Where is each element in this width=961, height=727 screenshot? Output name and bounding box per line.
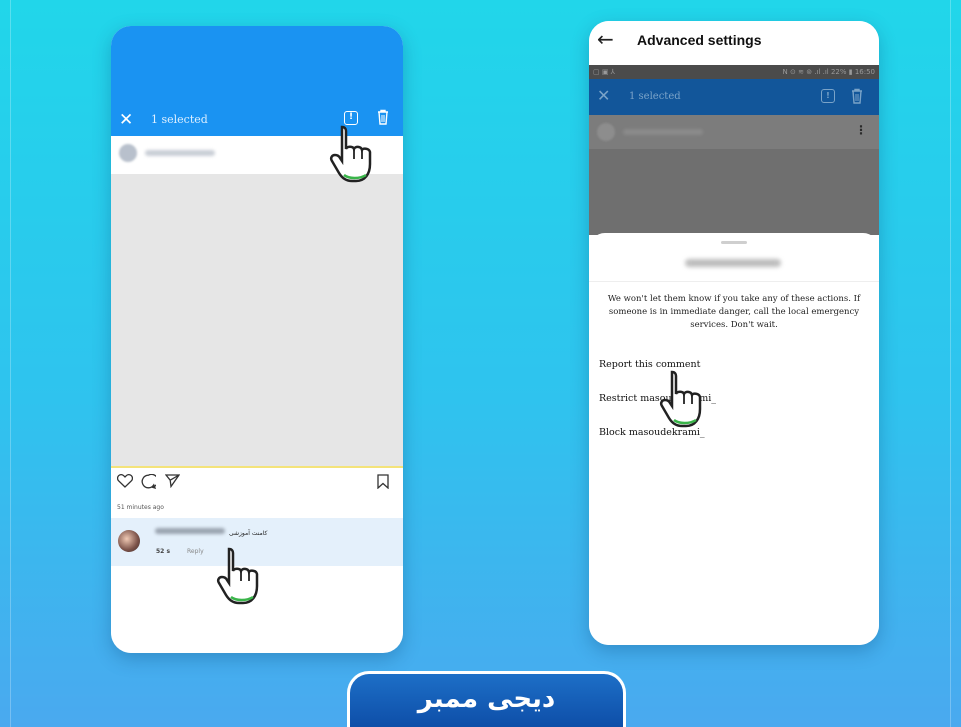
close-icon[interactable]: ✕ <box>597 86 610 105</box>
divider <box>589 281 879 282</box>
status-bar: ▢ ▣ ⅄ N ⊙ ≋ ⊚ .ıl .ıl 22% ▮ 16:50 <box>589 65 879 79</box>
selected-count: 1 selected <box>151 113 208 126</box>
comment-icon[interactable] <box>141 474 156 489</box>
post-timestamp: 51 minutes ago <box>117 504 164 511</box>
status-icons-left: ▢ ▣ ⅄ <box>593 65 615 79</box>
dimmed-background: ⋮ <box>589 115 879 235</box>
username-blurred <box>623 129 703 135</box>
privacy-notice: We won't let them know if you take any o… <box>603 293 865 332</box>
brand-logo: دیجی ممبر <box>347 671 626 727</box>
hand-pointer-icon <box>656 368 708 430</box>
sheet-drag-handle[interactable] <box>721 241 747 244</box>
post-image <box>111 174 403 466</box>
selection-app-bar: ✕ 1 selected ! <box>111 26 403 136</box>
commenter-avatar <box>118 530 140 552</box>
back-arrow-icon[interactable]: ← <box>597 27 614 51</box>
bookmark-icon[interactable] <box>377 474 389 489</box>
status-icons-right: N ⊙ ≋ ⊚ .ıl .ıl 22% ▮ 16:50 <box>783 65 875 79</box>
trash-icon[interactable] <box>377 109 389 125</box>
avatar <box>119 144 137 162</box>
close-icon[interactable]: ✕ <box>119 109 133 131</box>
brand-logo-text: دیجی ممبر <box>418 684 556 714</box>
hand-pointer-icon <box>326 123 378 185</box>
selection-toolbar: ✕ 1 selected ! <box>589 79 879 115</box>
hand-pointer-icon <box>213 545 265 607</box>
sheet-username-blurred <box>685 259 781 267</box>
reply-link[interactable]: Reply <box>187 548 204 555</box>
right-phone: ← Advanced settings ▢ ▣ ⅄ N ⊙ ≋ ⊚ .ıl .ı… <box>589 21 879 645</box>
dimmed-comment-row: ⋮ <box>589 115 879 149</box>
settings-header: ← Advanced settings <box>589 21 879 63</box>
share-icon[interactable] <box>165 474 180 488</box>
page-title: Advanced settings <box>637 32 761 48</box>
trash-icon[interactable] <box>851 88 863 104</box>
more-options-icon[interactable]: ⋮ <box>855 123 867 137</box>
avatar <box>597 123 615 141</box>
comment-text: کامنت آموزشی <box>229 530 267 537</box>
heart-icon[interactable] <box>117 474 133 488</box>
post-actions: 51 minutes ago <box>111 466 403 518</box>
report-icon[interactable]: ! <box>821 89 835 103</box>
commenter-username-blurred <box>155 528 225 534</box>
selected-count: 1 selected <box>629 91 681 102</box>
bottom-sheet: We won't let them know if you take any o… <box>589 233 879 645</box>
username-blurred <box>145 150 215 156</box>
comment-time: 52 s <box>156 548 170 555</box>
